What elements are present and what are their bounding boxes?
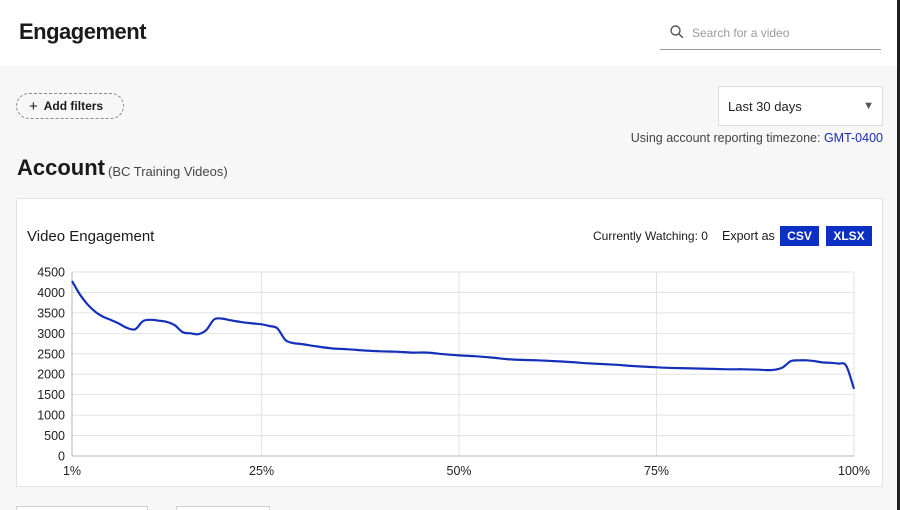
x-tick-label: 75% [644, 464, 669, 478]
y-tick-label: 1000 [37, 409, 65, 423]
y-tick-label: 3500 [37, 306, 65, 320]
header-bar: Engagement [0, 0, 900, 66]
currently-watching: Currently Watching: 0 [593, 229, 708, 243]
date-range-select[interactable]: Last 30 days ▼ [718, 86, 883, 126]
plus-icon: + [29, 97, 38, 115]
account-subtitle: (BC Training Videos) [108, 164, 228, 179]
add-filters-button[interactable]: + Add filters [16, 93, 124, 119]
engagement-series-line [71, 280, 856, 390]
export-label: Export as [722, 229, 775, 243]
y-tick-label: 2500 [37, 347, 65, 361]
timezone-note: Using account reporting timezone: GMT-04… [631, 131, 883, 145]
x-tick-label: 1% [63, 464, 81, 478]
y-tick-label: 1500 [37, 388, 65, 402]
account-title: Account [17, 155, 105, 180]
timezone-link[interactable]: GMT-0400 [824, 131, 883, 145]
page-title: Engagement [19, 19, 147, 44]
y-tick-label: 0 [58, 450, 65, 464]
y-tick-label: 4000 [37, 286, 65, 300]
x-tick-label: 25% [249, 464, 274, 478]
engagement-card: 0 500 1000 1500 2000 2500 3000 3500 4000 4500 1% 25… [16, 198, 883, 487]
card-title: Video Engagement [27, 228, 155, 245]
add-filters-label: Add filters [43, 99, 104, 113]
y-tick-label: 3000 [37, 327, 65, 341]
search-box[interactable] [660, 16, 881, 50]
bottom-panel-1 [16, 506, 148, 510]
search-input[interactable] [692, 22, 872, 44]
export-csv-button[interactable]: CSV [780, 226, 819, 246]
y-tick-label: 500 [44, 429, 65, 443]
search-icon [670, 25, 684, 39]
export-xlsx-button[interactable]: XLSX [826, 226, 872, 246]
timezone-prefix: Using account reporting timezone: [630, 131, 821, 145]
x-tick-label: 100% [838, 464, 870, 478]
caret-down-icon: ▼ [863, 100, 874, 112]
date-range-value: Last 30 days [728, 98, 802, 114]
bottom-panel-2 [176, 506, 270, 510]
y-tick-label: 4500 [37, 266, 65, 280]
y-tick-label: 2000 [37, 368, 65, 382]
x-tick-label: 50% [447, 464, 472, 478]
